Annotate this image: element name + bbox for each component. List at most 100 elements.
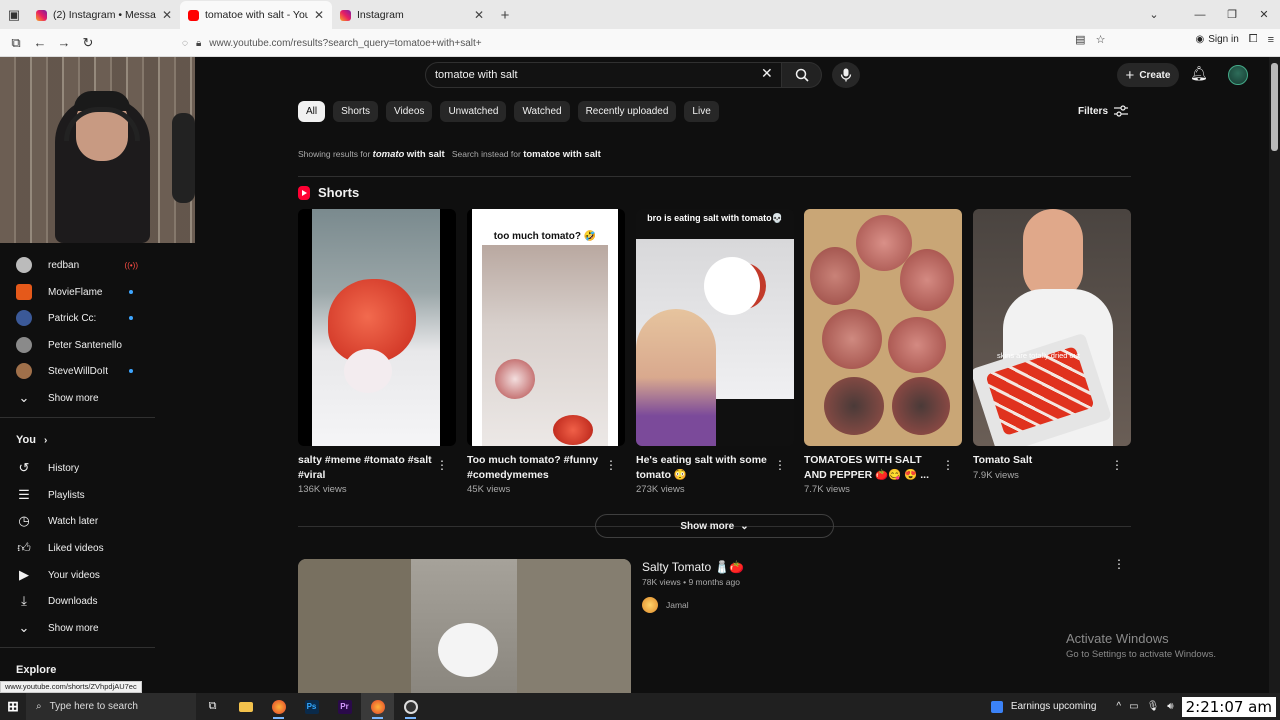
premiere-icon[interactable]: Pr <box>328 693 361 720</box>
scrollbar-thumb[interactable] <box>1271 63 1278 151</box>
sidebar-item-redban[interactable]: redban ((•)) <box>0 252 160 278</box>
short-title[interactable]: salty #meme #tomato #salt #viral <box>298 453 433 482</box>
short-card[interactable]: too much tomato? 🤣 Too much tomato? #fun… <box>467 209 625 495</box>
voice-search-button[interactable] <box>832 62 860 88</box>
news-widget-label[interactable]: Earnings upcoming <box>1011 701 1097 712</box>
shorts-show-more-button[interactable]: Show more ⌄ <box>595 514 834 538</box>
tab-list-chevron-icon[interactable]: ⌄ <box>1124 0 1184 29</box>
obs-icon[interactable] <box>394 693 427 720</box>
account-avatar[interactable] <box>1228 65 1248 85</box>
search-button[interactable] <box>782 62 822 88</box>
more-actions-icon[interactable]: ⋮ <box>1113 557 1125 571</box>
chip-watched[interactable]: Watched <box>514 101 570 122</box>
new-tab-button[interactable]: + <box>492 1 518 29</box>
short-thumbnail[interactable]: skins are totally dried out <box>973 209 1131 446</box>
create-button[interactable]: + Create <box>1117 63 1179 87</box>
start-button[interactable]: ⊞ <box>0 693 26 720</box>
back-button[interactable]: ← <box>28 31 52 55</box>
chip-unwatched[interactable]: Unwatched <box>440 101 507 122</box>
sign-in-button[interactable]: ◉ Sign in <box>1195 34 1238 45</box>
bookmark-star-icon[interactable]: ☆ <box>1096 33 1106 46</box>
tab-instagram-messages[interactable]: (2) Instagram • Messages ✕ <box>28 1 180 29</box>
short-thumbnail[interactable] <box>804 209 962 446</box>
search-input[interactable]: tomatoe with salt <box>425 62 782 88</box>
volume-icon[interactable]: 🔊︎ <box>1167 701 1173 712</box>
you-section-heading[interactable]: You › <box>16 434 47 446</box>
sidebar-item-movieflame[interactable]: MovieFlame <box>0 279 160 305</box>
close-tab-icon[interactable]: ✕ <box>162 8 172 22</box>
tab-overview-icon[interactable]: ▣ <box>0 0 28 29</box>
filters-button[interactable]: Filters <box>1078 105 1129 117</box>
tab-instagram[interactable]: Instagram ✕ <box>332 1 492 29</box>
short-title[interactable]: TOMATOES WITH SALT AND PEPPER 🍅😋 😍 ... <box>804 453 939 482</box>
tracking-shield-icon[interactable]: ◌ <box>182 38 188 49</box>
forward-button[interactable]: → <box>52 31 76 55</box>
close-tab-icon[interactable]: ✕ <box>314 8 324 22</box>
sidebar-item-downloads[interactable]: ⤓ Downloads <box>0 588 160 614</box>
close-window-button[interactable]: ✕ <box>1248 0 1280 29</box>
more-actions-icon[interactable]: ⋮ <box>942 458 954 472</box>
firefox-icon[interactable] <box>262 693 295 720</box>
network-icon[interactable]: ▭ <box>1129 701 1138 712</box>
browser-menu-icon[interactable]: ≡ <box>1268 34 1274 46</box>
sidebar-item-liked-videos[interactable]: 👍︎ Liked videos <box>0 535 160 561</box>
reader-view-icon[interactable]: ▤ <box>1075 33 1085 46</box>
news-widget-icon[interactable] <box>990 700 1003 713</box>
more-actions-icon[interactable]: ⋮ <box>1111 458 1123 472</box>
task-view-icon[interactable]: ⧉ <box>196 693 229 720</box>
chip-videos[interactable]: Videos <box>386 101 433 122</box>
sidebar-item-peter-santenello[interactable]: Peter Santenello <box>0 332 160 358</box>
sidebar-item-watch-later[interactable]: ◷ Watch later <box>0 508 160 534</box>
lock-icon[interactable]: 🔒︎ <box>196 38 201 49</box>
corrected-rest[interactable]: with salt <box>407 149 445 160</box>
clear-search-icon[interactable]: ✕ <box>761 65 773 82</box>
short-thumbnail[interactable]: bro is eating salt with tomato💀 <box>636 209 794 446</box>
minimize-button[interactable]: — <box>1184 0 1216 29</box>
tray-overflow-icon[interactable]: ^ <box>1116 701 1121 712</box>
clock[interactable]: 2:21:07 am <box>1181 696 1276 717</box>
sidebar-item-your-videos[interactable]: ▶ Your videos <box>0 562 160 588</box>
short-card[interactable]: skins are totally dried out Tomato Salt … <box>973 209 1131 481</box>
firefox-window-icon[interactable] <box>361 693 394 720</box>
workspaces-icon[interactable]: ⧉ <box>4 31 28 55</box>
page-scrollbar[interactable] <box>1269 57 1280 693</box>
chip-all[interactable]: All <box>298 101 326 122</box>
chip-shorts[interactable]: Shorts <box>333 101 379 122</box>
short-thumbnail[interactable] <box>298 209 456 446</box>
more-actions-icon[interactable]: ⋮ <box>774 458 786 472</box>
sidebar-item-history[interactable]: ↺ History <box>0 455 160 481</box>
short-card[interactable]: salty #meme #tomato #salt #viral 136K vi… <box>298 209 456 495</box>
short-title[interactable]: Too much tomato? #funny #comedymemes #hu… <box>467 453 602 482</box>
subscriptions-show-more[interactable]: ⌄ Show more <box>0 385 160 411</box>
microphone-icon[interactable]: 🎙︎ <box>1147 701 1160 712</box>
more-actions-icon[interactable]: ⋮ <box>605 458 617 472</box>
you-show-more[interactable]: ⌄ Show more <box>0 615 160 641</box>
sidebar-item-playlists[interactable]: ☰ Playlists <box>0 482 160 508</box>
short-thumbnail[interactable]: too much tomato? 🤣 <box>467 209 625 446</box>
short-title[interactable]: He's eating salt with some tomato 😳 <box>636 453 771 482</box>
tab-youtube[interactable]: tomatoe with salt - YouTube ✕ <box>180 1 332 29</box>
video-channel[interactable]: Jamal <box>642 597 689 613</box>
corrected-word[interactable]: tomato <box>373 149 405 160</box>
extensions-icon[interactable]: ⧠ <box>1249 33 1258 46</box>
short-title[interactable]: Tomato Salt <box>973 453 1108 468</box>
restore-button[interactable]: ❐ <box>1216 0 1248 29</box>
file-explorer-icon[interactable] <box>229 693 262 720</box>
notifications-bell-icon[interactable]: 🔔︎ <box>1190 65 1208 82</box>
sidebar-item-stevewilldoit[interactable]: SteveWillDoIt <box>0 358 160 384</box>
photoshop-icon[interactable]: Ps <box>295 693 328 720</box>
video-title[interactable]: Salty Tomato 🧂🍅 <box>642 560 744 574</box>
more-actions-icon[interactable]: ⋮ <box>436 458 448 472</box>
sidebar-item-patrick-cc[interactable]: Patrick Cc: <box>0 305 160 331</box>
close-tab-icon[interactable]: ✕ <box>474 8 484 22</box>
video-thumbnail[interactable] <box>298 559 631 693</box>
reload-button[interactable]: ↻ <box>76 31 100 55</box>
short-card[interactable]: TOMATOES WITH SALT AND PEPPER 🍅😋 😍 ... 7… <box>804 209 962 495</box>
short-card[interactable]: bro is eating salt with tomato💀 He's eat… <box>636 209 794 495</box>
original-query-link[interactable]: tomatoe with salt <box>523 149 601 160</box>
url-field[interactable]: ◌ 🔒︎ www.youtube.com/results?search_quer… <box>176 32 1100 54</box>
chip-recently-uploaded[interactable]: Recently uploaded <box>577 101 677 122</box>
chip-live[interactable]: Live <box>684 101 719 122</box>
taskbar-search-box[interactable]: ⌕ Type here to search <box>26 693 196 720</box>
sidebar-item-label: Patrick Cc: <box>48 312 97 324</box>
